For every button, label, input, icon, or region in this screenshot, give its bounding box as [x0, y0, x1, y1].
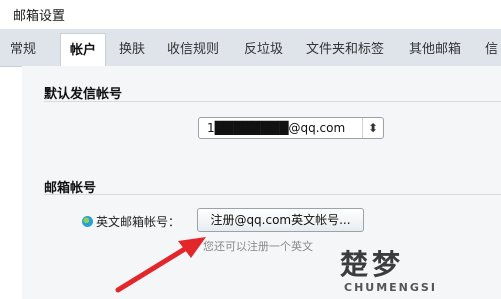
watermark-logo: 楚梦 CHUMENGSI	[330, 243, 498, 297]
watermark-en: CHUMENGSI	[344, 281, 437, 294]
watermark-cn: 楚梦	[340, 248, 405, 281]
